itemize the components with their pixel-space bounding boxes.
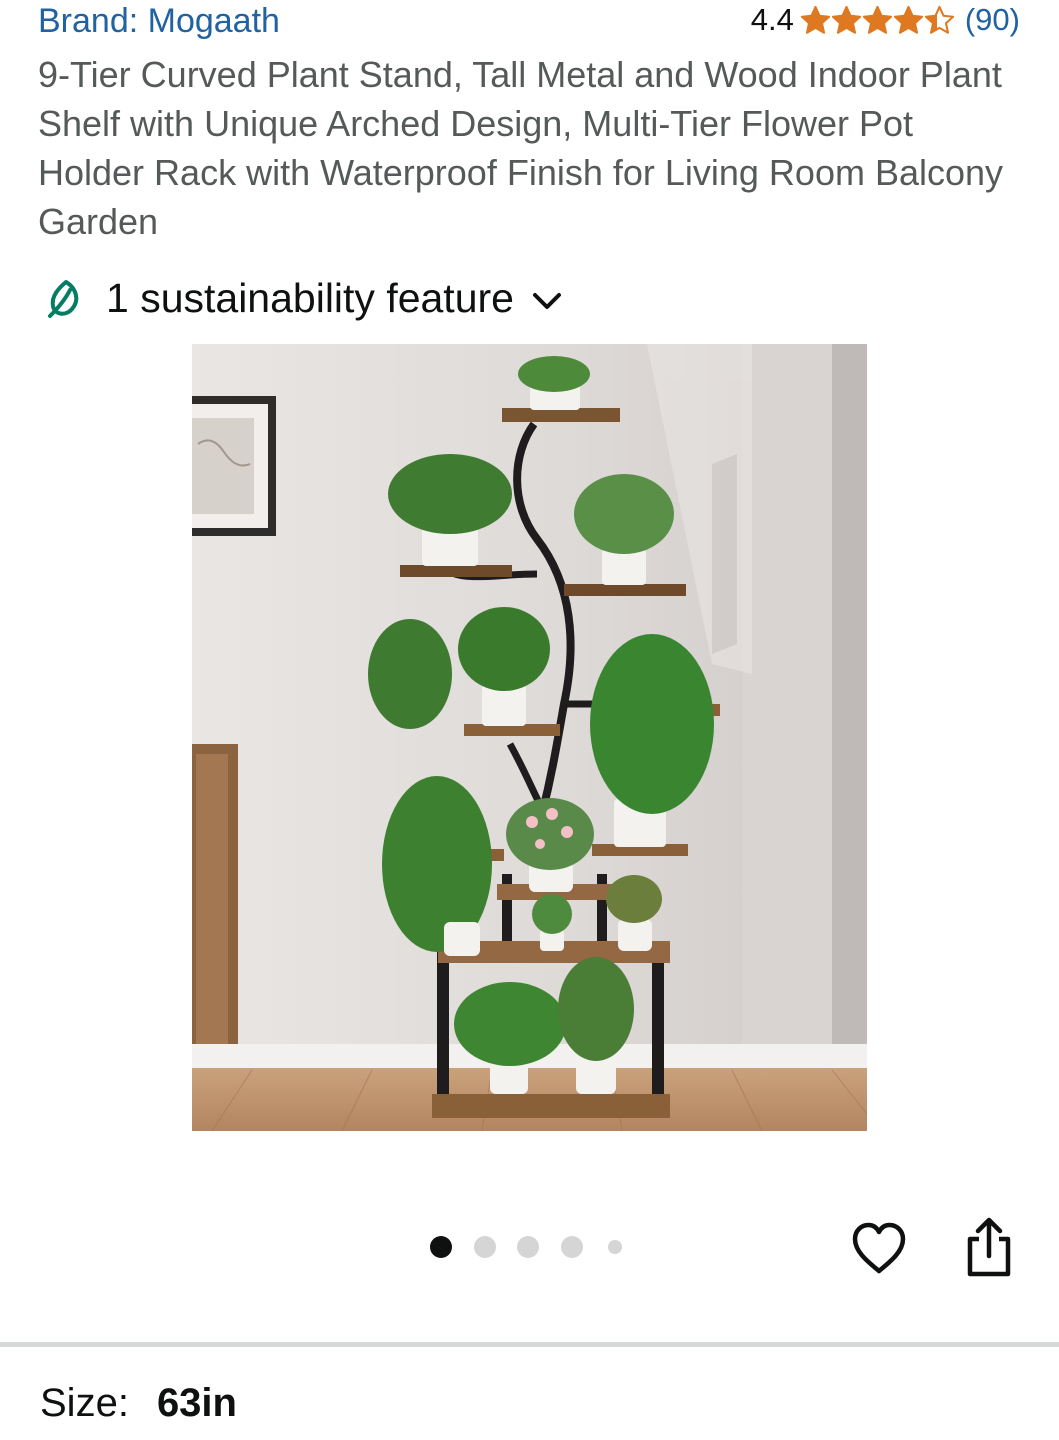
pagination-dot-active[interactable]	[430, 1236, 452, 1258]
brand-link[interactable]: Brand: Mogaath	[38, 2, 280, 41]
star-full-icon	[893, 5, 923, 34]
sustainability-label: 1 sustainability feature	[106, 274, 514, 321]
star-partial-icon	[924, 5, 954, 34]
chevron-down-icon	[532, 293, 561, 309]
size-label: Size:	[40, 1381, 129, 1425]
pagination-dot[interactable]	[473, 1236, 496, 1258]
review-count-link[interactable]: (90)	[965, 2, 1020, 38]
pagination-dot[interactable]	[517, 1236, 539, 1258]
rating-summary[interactable]: 4.4 (90)	[751, 2, 1020, 38]
pagination-dot[interactable]	[560, 1236, 583, 1258]
star-full-icon	[862, 5, 892, 34]
product-image[interactable]	[192, 344, 867, 1131]
star-full-icon	[800, 5, 830, 34]
star-rating	[800, 5, 955, 36]
wall-frame	[192, 396, 276, 536]
image-pagination[interactable]	[430, 1236, 630, 1260]
rating-value: 4.4	[750, 2, 794, 37]
leaf-icon	[48, 280, 79, 318]
section-divider	[0, 1342, 1059, 1347]
product-title: 9-Tier Curved Plant Stand, Tall Metal an…	[38, 54, 1004, 242]
pagination-dot[interactable]	[608, 1240, 622, 1254]
share-icon[interactable]	[962, 1216, 1016, 1278]
heart-icon[interactable]	[850, 1220, 908, 1278]
brand-rating-row: Brand: Mogaath 4.4 (90)	[38, 0, 1020, 44]
size-value: 63in	[156, 1381, 237, 1425]
size-selector[interactable]: Size: 63in	[40, 1381, 237, 1426]
sustainability-features-toggle[interactable]: 1 sustainability feature	[44, 270, 564, 326]
star-full-icon	[831, 5, 861, 34]
